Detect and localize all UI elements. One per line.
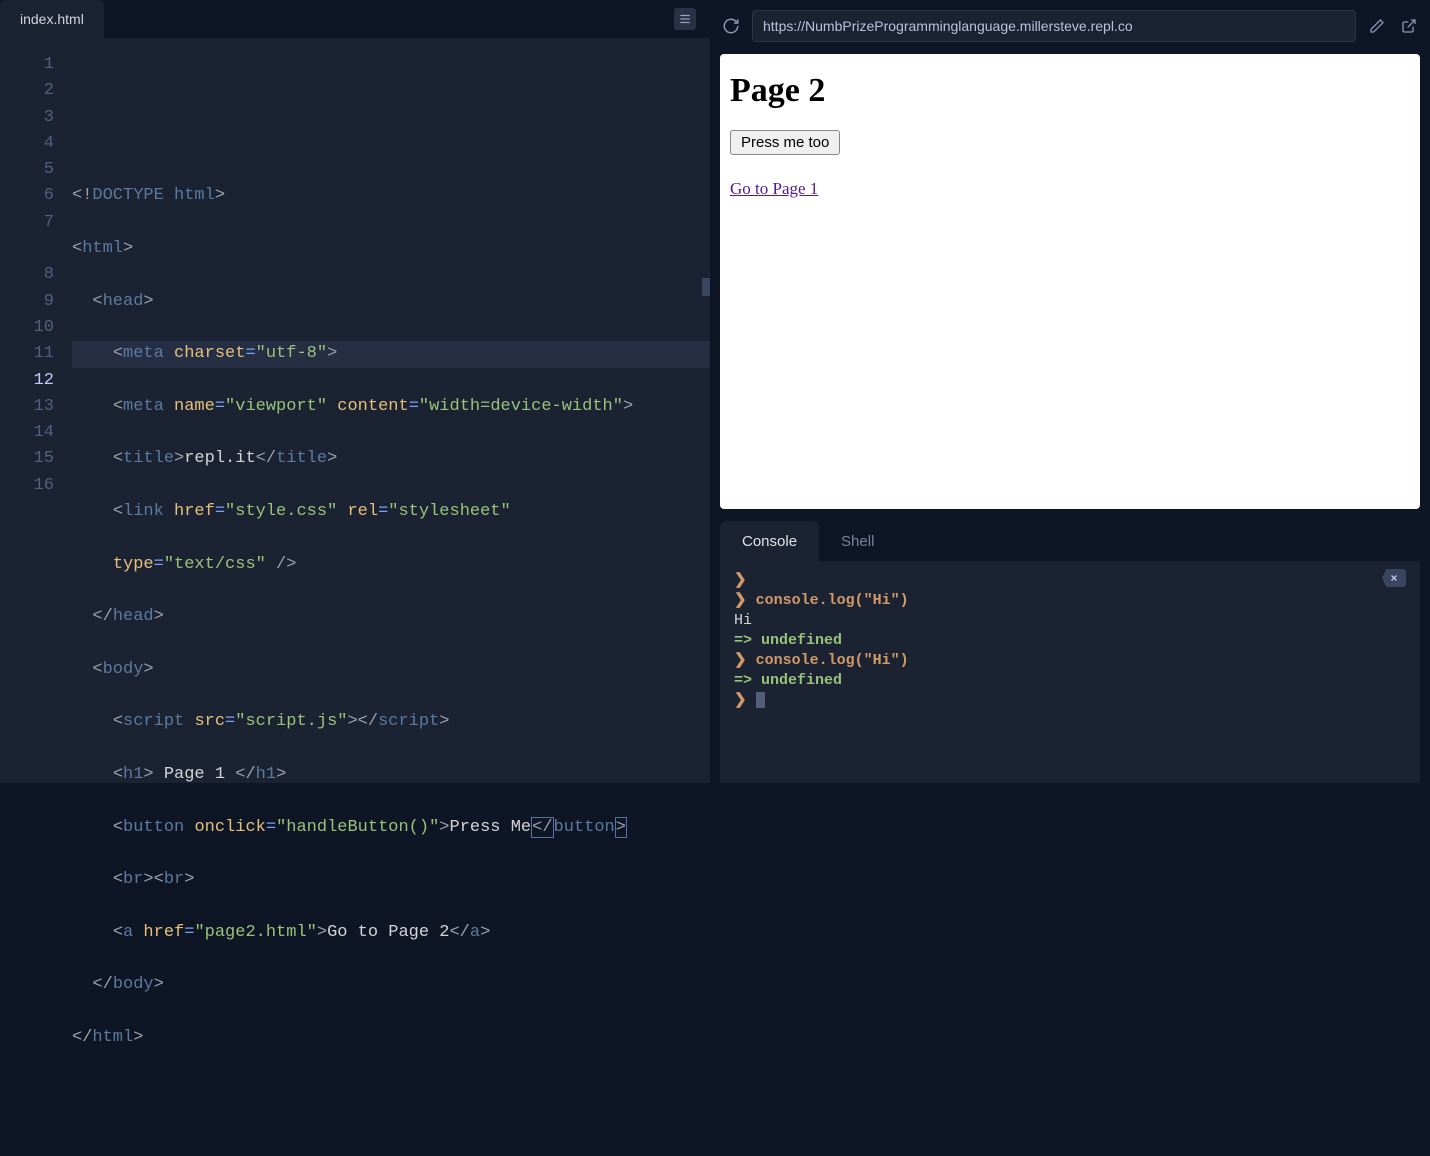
console-line: ❯ console.log("Hi") (734, 591, 1406, 611)
edit-icon[interactable] (1366, 15, 1388, 37)
clear-console-icon[interactable] (1382, 569, 1406, 587)
browser-toolbar (720, 8, 1420, 44)
preview-frame: Page 2 Press me too Go to Page 1 (720, 54, 1420, 509)
console-line: ❯ (734, 691, 1406, 711)
file-tab-index-html[interactable]: index.html (0, 0, 104, 38)
code-editor[interactable]: 1 2 3 4 5 6 7 8 9 10 11 12 13 14 15 16 <… (0, 38, 710, 1156)
tab-shell[interactable]: Shell (819, 521, 896, 561)
preview-heading: Page 2 (730, 72, 1410, 110)
go-to-page-1-link[interactable]: Go to Page 1 (730, 179, 818, 199)
open-external-icon[interactable] (1398, 15, 1420, 37)
console-body[interactable]: ❯ ❯ console.log("Hi") Hi => undefined ❯ … (720, 561, 1420, 783)
press-me-too-button[interactable]: Press me too (730, 130, 840, 155)
console-cursor (756, 692, 765, 708)
console-tabs: Console Shell (720, 521, 1420, 561)
preview-console-pane: Page 2 Press me too Go to Page 1 Console… (710, 0, 1430, 783)
console-line: => undefined (734, 671, 1406, 691)
tab-console[interactable]: Console (720, 521, 819, 561)
editor-tab-bar: index.html (0, 0, 710, 38)
line-number-gutter: 1 2 3 4 5 6 7 8 9 10 11 12 13 14 15 16 (0, 38, 72, 1156)
console-area: Console Shell ❯ ❯ console.log("Hi") Hi =… (720, 521, 1420, 783)
code-content-area[interactable]: <!DOCTYPE html> <html> <head> <meta char… (72, 38, 710, 1156)
console-line: ❯ (734, 571, 1406, 591)
console-line: ❯ console.log("Hi") (734, 651, 1406, 671)
url-input[interactable] (752, 10, 1356, 42)
refresh-icon[interactable] (720, 15, 742, 37)
console-line: => undefined (734, 631, 1406, 651)
console-line: Hi (734, 611, 1406, 631)
editor-pane: index.html 1 2 3 4 5 6 7 8 9 10 11 12 13… (0, 0, 710, 783)
editor-menu-icon[interactable] (674, 8, 696, 30)
